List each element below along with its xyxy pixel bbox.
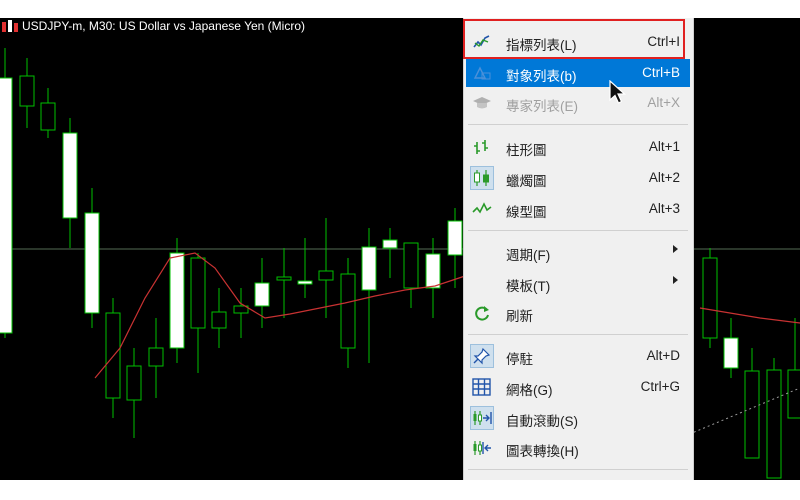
- menu-item-label: 自動滾動(S): [506, 414, 578, 429]
- menu-item-shortcut: Ctrl+B: [642, 65, 680, 80]
- candle-body: [254, 282, 270, 307]
- submenu-arrow-icon: [673, 245, 678, 253]
- menu-item-bar-chart[interactable]: 柱形圖 Alt+1: [466, 133, 690, 161]
- candle-body: [425, 253, 441, 289]
- chart-window-icon: [2, 20, 18, 32]
- candle-body: [40, 102, 56, 131]
- menu-item-refresh[interactable]: 刷新: [466, 299, 690, 327]
- menu-item-dock[interactable]: 停駐 Alt+D: [466, 342, 690, 370]
- menu-item-shortcut: Alt+1: [648, 139, 680, 154]
- candle-body: [382, 239, 398, 249]
- candle-body: [361, 246, 377, 291]
- objects-list-icon: [472, 64, 492, 82]
- menu-item-label: 刷新: [506, 309, 533, 324]
- candle-body: [190, 257, 206, 329]
- menu-item-shortcut: Alt+X: [647, 95, 680, 110]
- candle-body: [297, 280, 313, 285]
- menu-separator: [468, 469, 688, 470]
- candle-body: [19, 75, 35, 107]
- candle-body: [744, 370, 760, 459]
- candle-body: [403, 242, 419, 289]
- menu-item-periodicity[interactable]: 週期(F): [466, 238, 690, 266]
- menu-item-label: 對象列表(b): [506, 69, 577, 84]
- candlestick-icon: [470, 166, 494, 190]
- menu-item-objects-list[interactable]: 對象列表(b) Ctrl+B: [466, 59, 690, 87]
- refresh-icon: [472, 304, 492, 322]
- line-chart-icon: [472, 200, 492, 218]
- menu-item-shortcut: Alt+3: [648, 201, 680, 216]
- expert-cap-icon: [472, 94, 492, 112]
- menu-item-label: 蠟燭圖: [506, 174, 547, 189]
- chart-shift-icon: [472, 439, 492, 457]
- candle-body: [723, 337, 739, 369]
- candle-body: [148, 347, 164, 367]
- candle-body: [766, 369, 782, 479]
- menu-item-label: 模板(T): [506, 279, 551, 294]
- mouse-cursor-icon: [609, 79, 627, 106]
- candle-body: [318, 270, 334, 281]
- candle-body: [447, 220, 463, 256]
- menu-item-label: 圖表轉換(H): [506, 444, 579, 459]
- candle-body: [0, 77, 13, 334]
- menu-item-chart-shift[interactable]: 圖表轉換(H): [466, 434, 690, 462]
- menu-item-label: 週期(F): [506, 248, 551, 263]
- chart-title: USDJPY-m, M30: US Dollar vs Japanese Yen…: [22, 19, 305, 33]
- menu-item-grid[interactable]: 網格(G) Ctrl+G: [466, 373, 690, 401]
- candle-body: [340, 273, 356, 349]
- menu-item-label: 專家列表(E): [506, 99, 578, 114]
- trend-line: [679, 387, 800, 439]
- grid-icon: [472, 378, 492, 396]
- menu-item-label: 網格(G): [506, 383, 553, 398]
- highlight-box: [463, 19, 685, 59]
- auto-scroll-icon: [470, 406, 494, 430]
- menu-item-line-chart[interactable]: 線型圖 Alt+3: [466, 195, 690, 223]
- candle-body: [84, 212, 100, 314]
- candle-body: [169, 252, 185, 349]
- menu-item-label: 線型圖: [506, 205, 547, 220]
- menu-item-template[interactable]: 模板(T): [466, 269, 690, 297]
- candle-body: [126, 365, 142, 401]
- candle-body: [62, 132, 78, 219]
- menu-item-experts-list[interactable]: 專家列表(E) Alt+X: [466, 89, 690, 117]
- menu-separator: [468, 124, 688, 125]
- menu-item-shortcut: Ctrl+G: [640, 379, 680, 394]
- candle-body: [702, 257, 718, 339]
- menu-separator: [468, 230, 688, 231]
- menu-item-auto-scroll[interactable]: 自動滾動(S): [466, 404, 690, 432]
- menu-item-shortcut: Alt+D: [646, 348, 680, 363]
- candle-body: [211, 311, 227, 329]
- menu-item-label: 柱形圖: [506, 143, 547, 158]
- pin-icon: [470, 344, 494, 368]
- menu-item-candlestick-chart[interactable]: 蠟燭圖 Alt+2: [466, 164, 690, 192]
- candle-body: [276, 276, 292, 281]
- submenu-arrow-icon: [673, 276, 678, 284]
- candle-body: [787, 369, 800, 419]
- menu-separator: [468, 334, 688, 335]
- bar-chart-icon: [472, 138, 492, 156]
- context-menu: 指標列表(L) Ctrl+I 對象列表(b) Ctrl+B 專家列表(E) Al…: [463, 18, 694, 480]
- menu-item-label: 停駐: [506, 352, 533, 367]
- menu-item-shortcut: Alt+2: [648, 170, 680, 185]
